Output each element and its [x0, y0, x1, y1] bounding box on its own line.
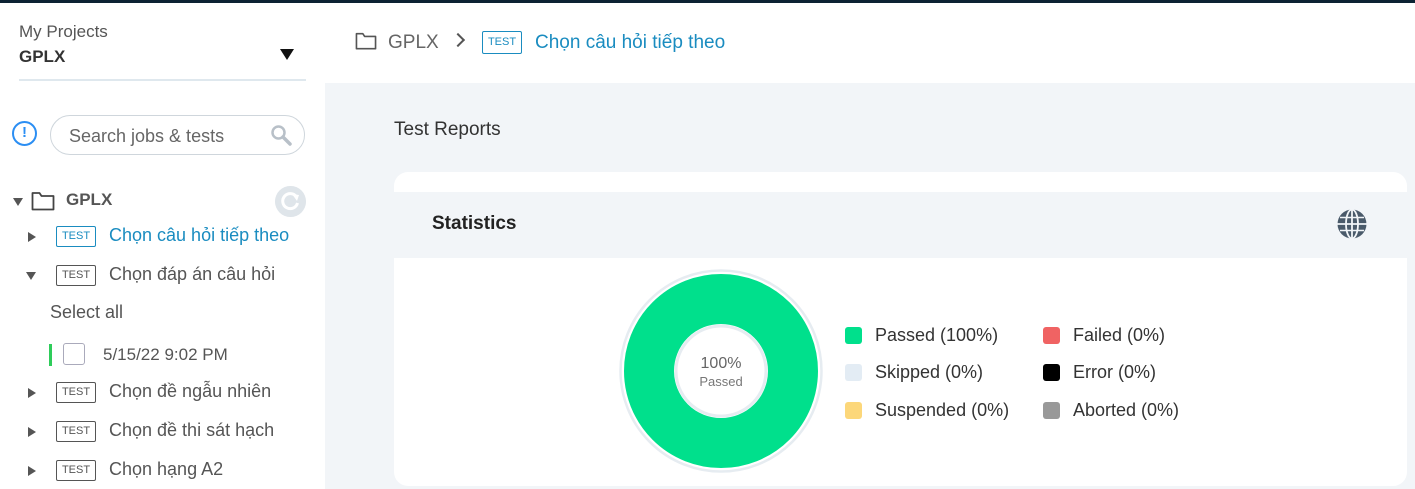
info-icon[interactable]: ! [12, 121, 37, 146]
legend-label: Error (0%) [1073, 362, 1157, 382]
expand-caret-icon[interactable] [28, 427, 36, 437]
expand-caret-icon[interactable] [13, 198, 23, 206]
legend-label: Aborted (0%) [1073, 400, 1180, 420]
statistics-card: Statistics 100% Passed Passed (100%) Ski… [394, 172, 1407, 486]
tree-item-test[interactable]: TEST Chọn đề ngẫu nhiên [0, 377, 325, 409]
run-timestamp: 5/15/22 9:02 PM [103, 345, 228, 364]
project-underline [19, 79, 306, 81]
project-label: My Projects [19, 22, 108, 41]
tree-root[interactable]: GPLX [0, 186, 325, 217]
search-box[interactable] [50, 115, 305, 155]
legend-swatch [845, 402, 862, 419]
expand-caret-icon[interactable] [28, 232, 36, 242]
breadcrumb: GPLX TEST Chọn câu hỏi tiếp theo [325, 3, 1415, 83]
legend-label: Suspended (0%) [875, 400, 1010, 420]
project-name[interactable]: GPLX [19, 47, 65, 67]
card-title: Statistics [432, 213, 517, 234]
tree-item-test[interactable]: TEST Chọn đề thi sát hạch [0, 416, 325, 448]
legend-label: Passed (100%) [875, 325, 999, 345]
tree-item-test[interactable]: TEST Chọn đáp án câu hỏi [0, 260, 325, 292]
tree-item-label: Chọn đáp án câu hỏi [109, 264, 276, 284]
test-badge: TEST [56, 460, 96, 481]
main-content: Test Reports Statistics 100% Passed Pass… [325, 83, 1415, 489]
legend-label: Failed (0%) [1073, 325, 1166, 345]
chevron-right-icon [450, 32, 466, 48]
legend-swatch [1043, 327, 1060, 344]
breadcrumb-root-link[interactable]: GPLX [388, 32, 439, 54]
sidebar: My Projects GPLX ! GPLX TEST Chọn câu hỏ… [0, 3, 325, 489]
tree-item-test[interactable]: TEST Chọn hạng A2 [0, 455, 325, 487]
tree-item-label: Chọn đề thi sát hạch [109, 420, 275, 440]
legend-label: Skipped (0%) [875, 362, 984, 382]
breadcrumb-current: Chọn câu hỏi tiếp theo [535, 32, 726, 53]
legend-swatch [845, 327, 862, 344]
legend-swatch [1043, 364, 1060, 381]
test-run-row[interactable]: 5/15/22 9:02 PM [0, 341, 325, 369]
tree-item-test[interactable]: TEST Chọn câu hỏi tiếp theo [0, 221, 325, 253]
expand-caret-icon[interactable] [28, 466, 36, 476]
tree-item-label: Chọn câu hỏi tiếp theo [109, 225, 290, 245]
passed-donut-chart: 100% Passed [619, 269, 823, 473]
test-badge: TEST [56, 382, 96, 403]
test-badge: TEST [56, 421, 96, 442]
test-badge: TEST [482, 31, 522, 54]
tree-item-label: Chọn hạng A2 [109, 459, 224, 479]
legend-swatch [1043, 402, 1060, 419]
folder-icon [355, 32, 377, 50]
card-header: Statistics [394, 192, 1407, 258]
expand-caret-icon[interactable] [28, 388, 36, 398]
run-status-bar [49, 344, 52, 366]
collapse-caret-icon[interactable] [26, 272, 36, 280]
select-all-link[interactable]: Select all [50, 302, 123, 323]
tree-root-label: GPLX [66, 190, 113, 209]
donut-percent: 100% [700, 355, 742, 372]
project-dropdown-caret-icon[interactable] [280, 49, 294, 60]
globe-icon[interactable] [1336, 208, 1368, 240]
tree-item-label: Chọn đề ngẫu nhiên [109, 381, 272, 401]
search-icon[interactable] [270, 124, 292, 146]
test-badge: TEST [56, 265, 96, 286]
search-input[interactable] [69, 124, 269, 148]
test-badge: TEST [56, 226, 96, 247]
refresh-icon[interactable] [275, 186, 306, 217]
section-title: Test Reports [394, 119, 501, 140]
run-checkbox[interactable] [63, 343, 85, 365]
donut-label: Passed [699, 374, 743, 389]
folder-icon [31, 192, 55, 211]
legend-swatch [845, 364, 862, 381]
